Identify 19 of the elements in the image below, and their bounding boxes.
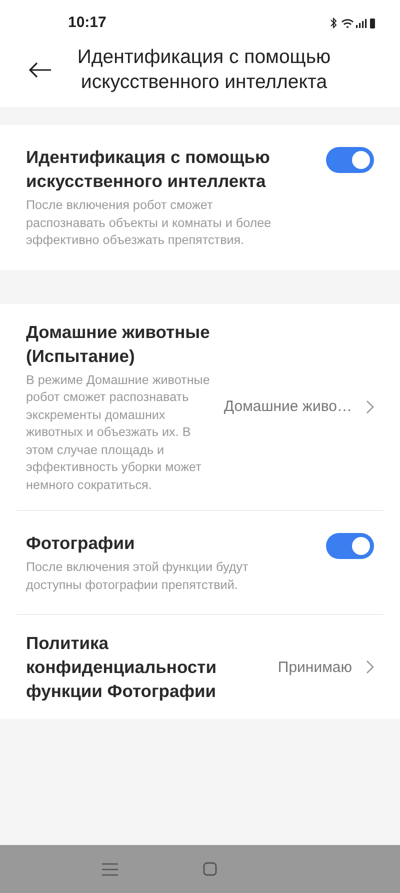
page-title: Идентификация с помощью искусственного интеллекта [76,45,332,95]
home-icon[interactable] [202,862,217,876]
back-arrow-icon[interactable] [28,61,52,79]
chevron-icon[interactable] [366,400,374,414]
chevron-icon[interactable] [366,660,374,674]
setting-title: Политика конфиденциальности функции Фотографии [26,632,218,703]
setting-description: После включения робот сможет распознавать объекты и комнаты и более эффективно объезжать препятствия. [26,197,272,249]
status-icons [330,16,376,28]
setting-title: Домашние животные (Испытание) [26,320,211,368]
setting-description: В режиме Домашние животные робот сможет распознавать экскременты домашних животных и объезжать их. В этом случае площадь и эффективность уборки может немного сократиться. [26,372,211,494]
toggle-switch[interactable] [326,533,374,559]
setting-description: После включения этой функции будут доступны фотографии препятствий. [26,559,250,594]
menu-icon[interactable] [102,862,118,876]
setting-title: Фотографии [26,532,136,555]
setting-value[interactable]: Принимаю [278,658,352,676]
setting-title: Идентификация с помощью искусственного интеллекта [26,146,271,193]
status-time: 10:17 [68,14,106,31]
toggle-switch[interactable] [326,147,374,173]
setting-value[interactable]: Домашние живо… [224,398,352,416]
